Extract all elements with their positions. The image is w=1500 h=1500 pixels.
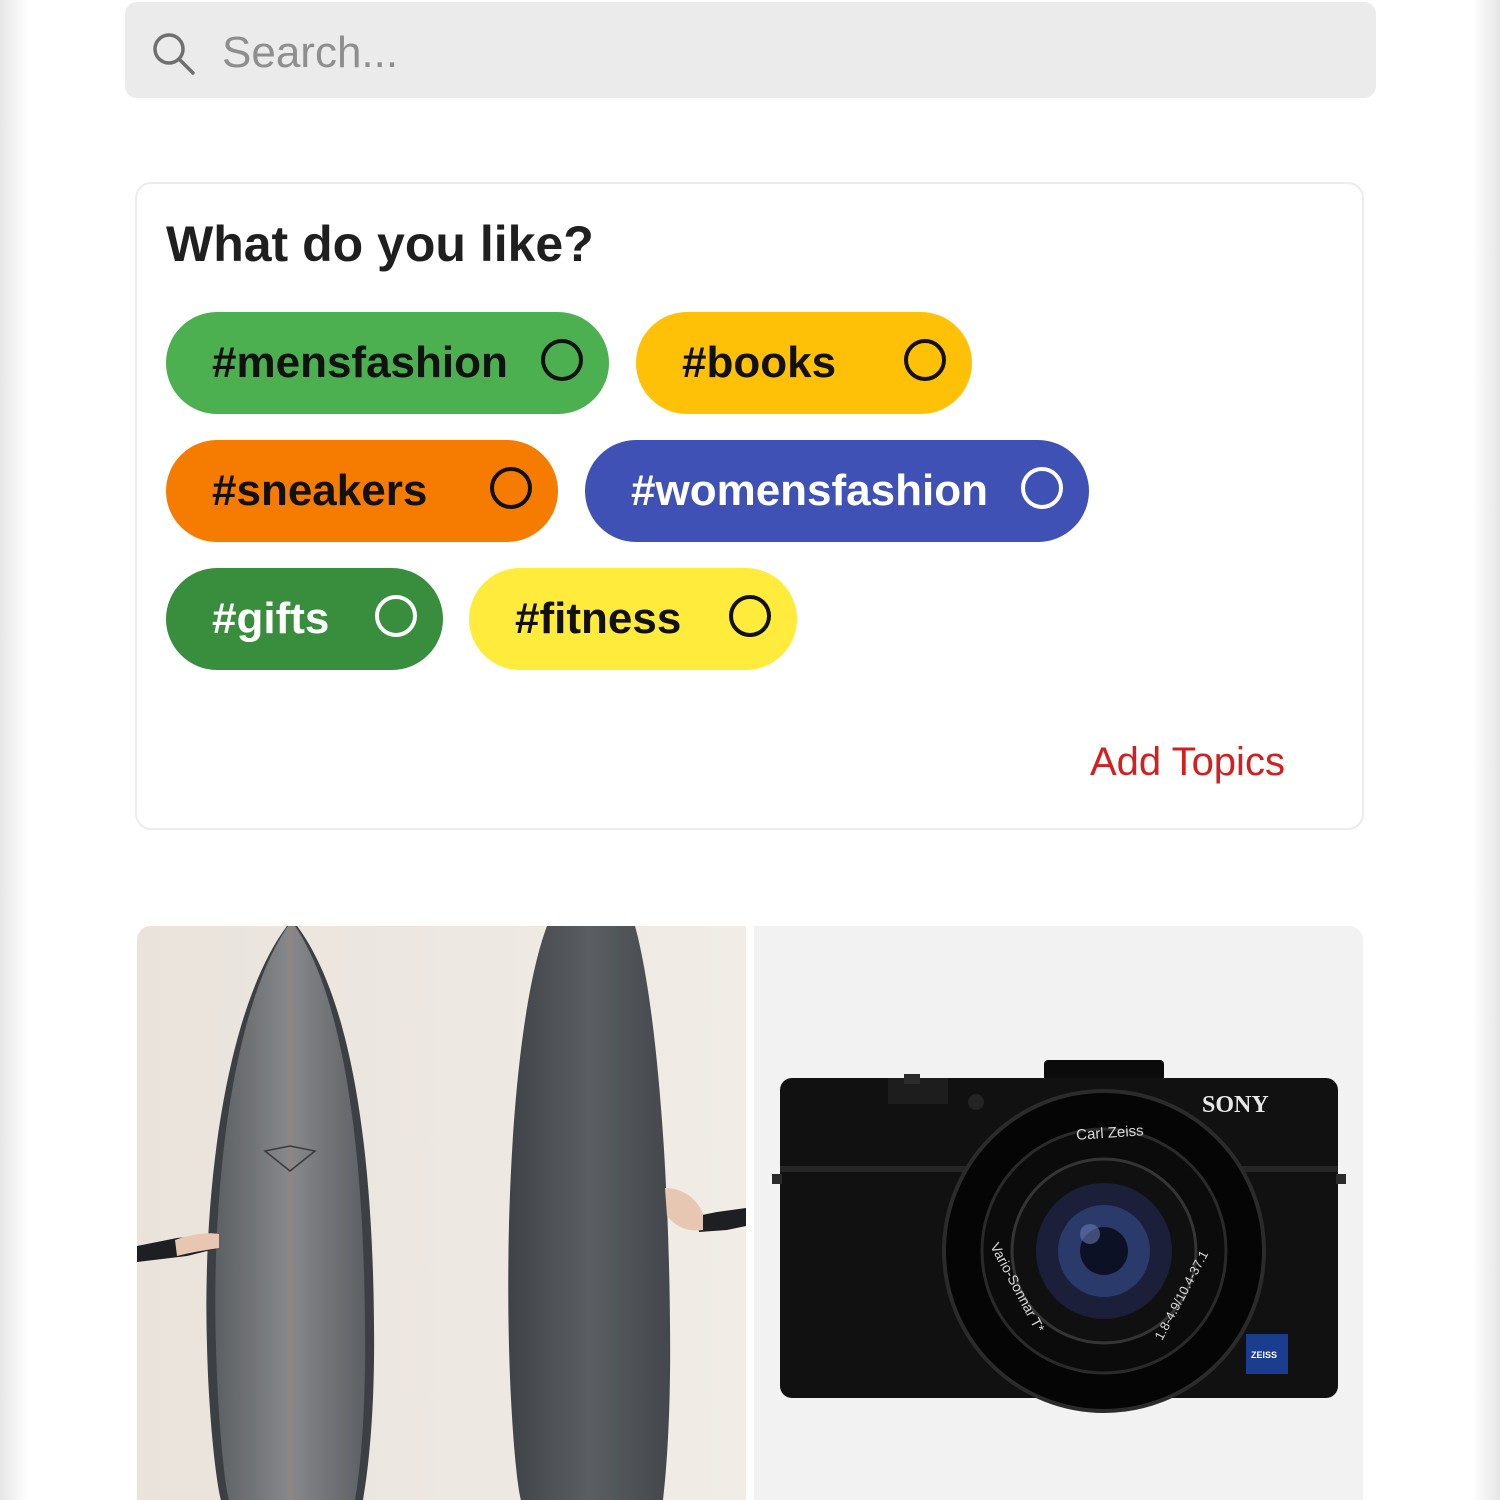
feed-grid: SONY Carl Zeiss Vario-Sonnar T* 1.8-4.9/…: [137, 926, 1363, 1500]
unchecked-circle-icon[interactable]: [375, 595, 417, 637]
right-edge-shadow: [1472, 0, 1500, 1500]
search-icon[interactable]: [150, 30, 196, 76]
topics-title: What do you like?: [166, 216, 594, 272]
unchecked-circle-icon[interactable]: [541, 339, 583, 381]
camera-brand: SONY: [1202, 1092, 1269, 1118]
topic-chip-label: #books: [682, 338, 837, 387]
camera-image: SONY Carl Zeiss Vario-Sonnar T* 1.8-4.9/…: [754, 926, 1363, 1500]
feed-item-surfboards[interactable]: [137, 926, 746, 1500]
unchecked-circle-icon[interactable]: [729, 595, 771, 637]
topic-chip-label: #gifts: [212, 594, 330, 643]
add-topics-link[interactable]: Add Topics: [1090, 740, 1285, 785]
surfboards-image: [137, 926, 746, 1500]
left-edge-shadow: [0, 0, 28, 1500]
feed-item-camera[interactable]: SONY Carl Zeiss Vario-Sonnar T* 1.8-4.9/…: [754, 926, 1363, 1500]
unchecked-circle-icon[interactable]: [904, 339, 946, 381]
topic-chip-fitness[interactable]: #fitness: [469, 568, 797, 670]
topic-chip-label: #mensfashion: [212, 338, 508, 387]
search-input[interactable]: [220, 22, 1324, 84]
unchecked-circle-icon[interactable]: [490, 467, 532, 509]
topic-chip-gifts[interactable]: #gifts: [166, 568, 443, 670]
unchecked-circle-icon[interactable]: [1021, 467, 1063, 509]
topic-chip-label: #womensfashion: [631, 466, 988, 515]
topic-chip-sneakers[interactable]: #sneakers: [166, 440, 558, 542]
topic-chip-mensfashion[interactable]: #mensfashion: [166, 312, 609, 414]
topic-chip-books[interactable]: #books: [636, 312, 972, 414]
topic-chip-womensfashion[interactable]: #womensfashion: [585, 440, 1089, 542]
topic-chip-label: #fitness: [515, 594, 682, 643]
topic-chip-label: #sneakers: [212, 466, 428, 515]
zeiss-badge: ZEISS: [1251, 1350, 1277, 1360]
